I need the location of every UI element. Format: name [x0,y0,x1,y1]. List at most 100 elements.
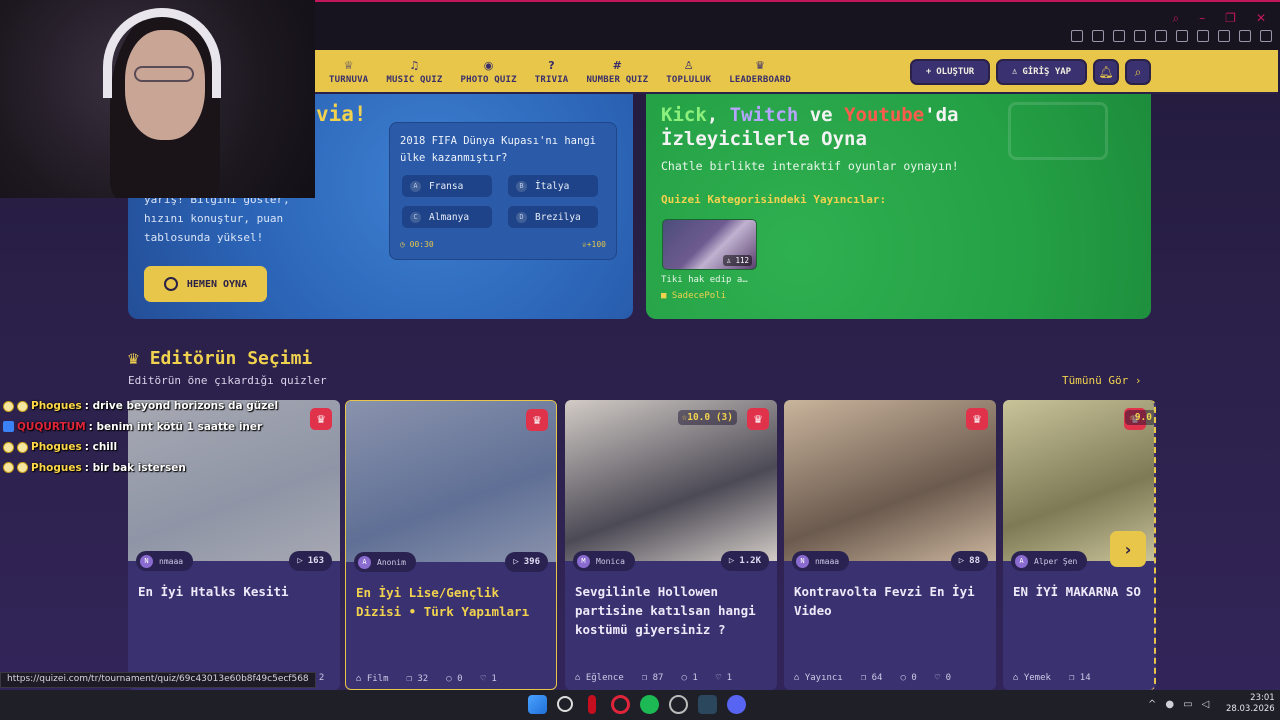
tag-icon: ⌂ [1013,673,1019,683]
play-icon[interactable] [1134,30,1146,42]
comment-count: ○ 1 [681,673,698,683]
heart-icon: ♡ [480,674,486,684]
quiz-author[interactable]: Nnmaaa [136,551,194,571]
hero-title: via! [316,102,367,126]
carousel-next-button[interactable]: › [1110,531,1146,567]
quiz-category: ⌂ Yayıncı [794,673,843,683]
like-count: ♡ 1 [480,674,497,684]
question-count: ❐ 64 [860,673,883,683]
streamer-subtitle: Chatle birlikte interaktif oyunlar oynay… [661,159,959,173]
play-now-button[interactable]: HEMEN OYNA [144,266,267,302]
wallet-icon[interactable] [1197,30,1209,42]
bookmark-icon[interactable] [1071,30,1083,42]
quiz-title[interactable]: En İyi Htalks Kesiti [138,582,333,601]
nav-item-trivia[interactable]: ? TRIVIA [526,50,578,94]
search-icon[interactable] [557,696,573,712]
close-button[interactable]: ✕ [1256,11,1266,26]
play-count: ▷ 88 [950,551,988,571]
nav-item-topluluk[interactable]: ♙ TOPLULUK [657,50,720,94]
taskbar-apps [528,695,746,714]
chevron-up-icon[interactable]: ^ [1148,699,1156,710]
login-label: GİRİŞ YAP [1022,67,1072,77]
minimize-button[interactable]: – [1199,11,1205,26]
quiz-author[interactable]: M Monica [573,551,635,571]
network-icon[interactable]: ▭ [1183,699,1192,710]
heart-icon[interactable] [1155,30,1167,42]
discord-icon[interactable] [727,695,746,714]
quiz-thumbnail[interactable] [346,401,556,562]
nav-item-label: TOPLULUK [666,75,712,85]
opera-icon[interactable] [611,695,630,714]
quiz-thumbnail[interactable] [784,400,996,561]
quiz-title[interactable]: En İyi Lise/Gençlik Dizisi • Türk Yapıml… [356,583,551,621]
clock-time: 23:01 [1250,693,1275,703]
see-all-link[interactable]: Tümünü Gör › [1062,374,1141,387]
quiz-category: ⌂ Eğlence [575,673,624,683]
quiz-title[interactable]: Sevgilinle Hollowen partisine katılsan h… [575,582,770,639]
taskbar-clock[interactable]: 23:01 28.03.2026 [1226,693,1275,715]
like-count: ♡ 0 [934,673,951,683]
quiz-author[interactable]: A Alper Şen [1011,551,1088,571]
option-d[interactable]: D Brezilya [508,206,598,228]
search-icon[interactable]: ⌕ [1172,11,1179,26]
maximize-button[interactable]: ❐ [1225,11,1236,26]
nav-item-photo-quiz[interactable]: ◉ PHOTO QUIZ [452,50,526,94]
site-search-button[interactable]: ⌕ [1125,59,1151,85]
level-badge-icon [17,400,28,412]
option-b[interactable]: B İtalya [508,175,598,197]
quiz-title[interactable]: EN İYİ MAKARNA SO [1013,582,1154,601]
nav-item-label: TRIVIA [534,75,569,85]
nav-item-leaderboard[interactable]: ♛ LEADERBOARD [720,50,800,94]
create-button[interactable]: + OLUŞTUR [910,59,990,85]
avatar: A [358,555,371,569]
spotify-icon[interactable] [640,695,659,714]
microphone-icon[interactable]: ● [1165,699,1174,710]
quiz-author[interactable]: Nnmaaa [792,551,850,571]
menu-icon[interactable] [1260,30,1272,42]
quiz-author[interactable]: A Anonim [354,552,416,572]
trophy-icon: ♕ [343,59,354,72]
chat-username: QUQURTUM [17,420,86,433]
tag-icon: ⌂ [356,674,362,684]
play-icon: ▷ [513,557,519,567]
question-count: ❐ 32 [406,674,429,684]
streamer-video-title[interactable]: Tiki hak edip a… [661,275,748,285]
option-a[interactable]: A Fransa [402,175,492,197]
download-icon[interactable] [1218,30,1230,42]
extension-icons [1071,30,1272,42]
quiz-thumbnail[interactable] [565,400,777,561]
quiz-rating: ☆9.0 [1125,410,1154,425]
option-c[interactable]: C Almanya [402,206,492,228]
question-timer: ◷ 00:30 [400,240,434,249]
steam-icon[interactable] [698,695,717,714]
quiz-meta: ⌂ Eğlence ❐ 87 ○ 1 ♡ 1 [575,673,732,683]
extensions-icon[interactable] [1176,30,1188,42]
nav-item-turnuva[interactable]: ♕ TURNUVA [320,50,377,94]
login-button[interactable]: ♙ GİRİŞ YAP [996,59,1087,85]
quiz-title[interactable]: Kontravolta Fevzi En İyi Video [794,582,989,620]
nav-item-music-quiz[interactable]: ♫ MUSIC QUIZ [377,50,451,94]
quiz-card[interactable]: ♛ ☆10.0 (3) M Monica ▷ 1.2K Sevgilinle Hollowe… [565,400,777,690]
obs-icon[interactable] [669,695,688,714]
quiz-card[interactable]: ♛ Nnmaaa ▷ 88 Kontravolta Fevzi En İyi Video… [784,400,996,690]
chat-message: Phogues: bir bak istersen [3,458,278,479]
chat-message: Phogues: drive beyond horizons da güzel [3,396,278,417]
start-icon[interactable] [528,695,547,714]
timer-icon [163,277,178,291]
nav-item-number-quiz[interactable]: # NUMBER QUIZ [577,50,657,94]
volume-icon[interactable]: ◁ [1202,699,1210,710]
shield-icon[interactable] [1113,30,1125,42]
heart-icon: ♡ [715,673,722,683]
streamer-video-thumbnail[interactable]: ♙ 112 [662,219,757,270]
snapshot-icon[interactable] [1092,30,1104,42]
like-count: ♡ 1 [715,673,732,683]
netflix-icon[interactable] [588,695,596,714]
quiz-meta: ⌂ Yayıncı ❐ 64 ○ 0 ♡ 0 [794,673,951,683]
users-icon: ♙ [726,256,731,265]
ai-icon[interactable] [1239,30,1251,42]
chat-message: Phogues: chill [3,437,278,458]
streamer-username[interactable]: ■ SadecePoli [661,291,726,301]
quiz-card[interactable]: ♛ A Anonim ▷ 396 En İyi Lise/Gençlik Dizisi •… [345,400,557,690]
notifications-button[interactable]: 🔔︎ [1093,59,1119,85]
play-icon: ▷ [297,556,303,566]
